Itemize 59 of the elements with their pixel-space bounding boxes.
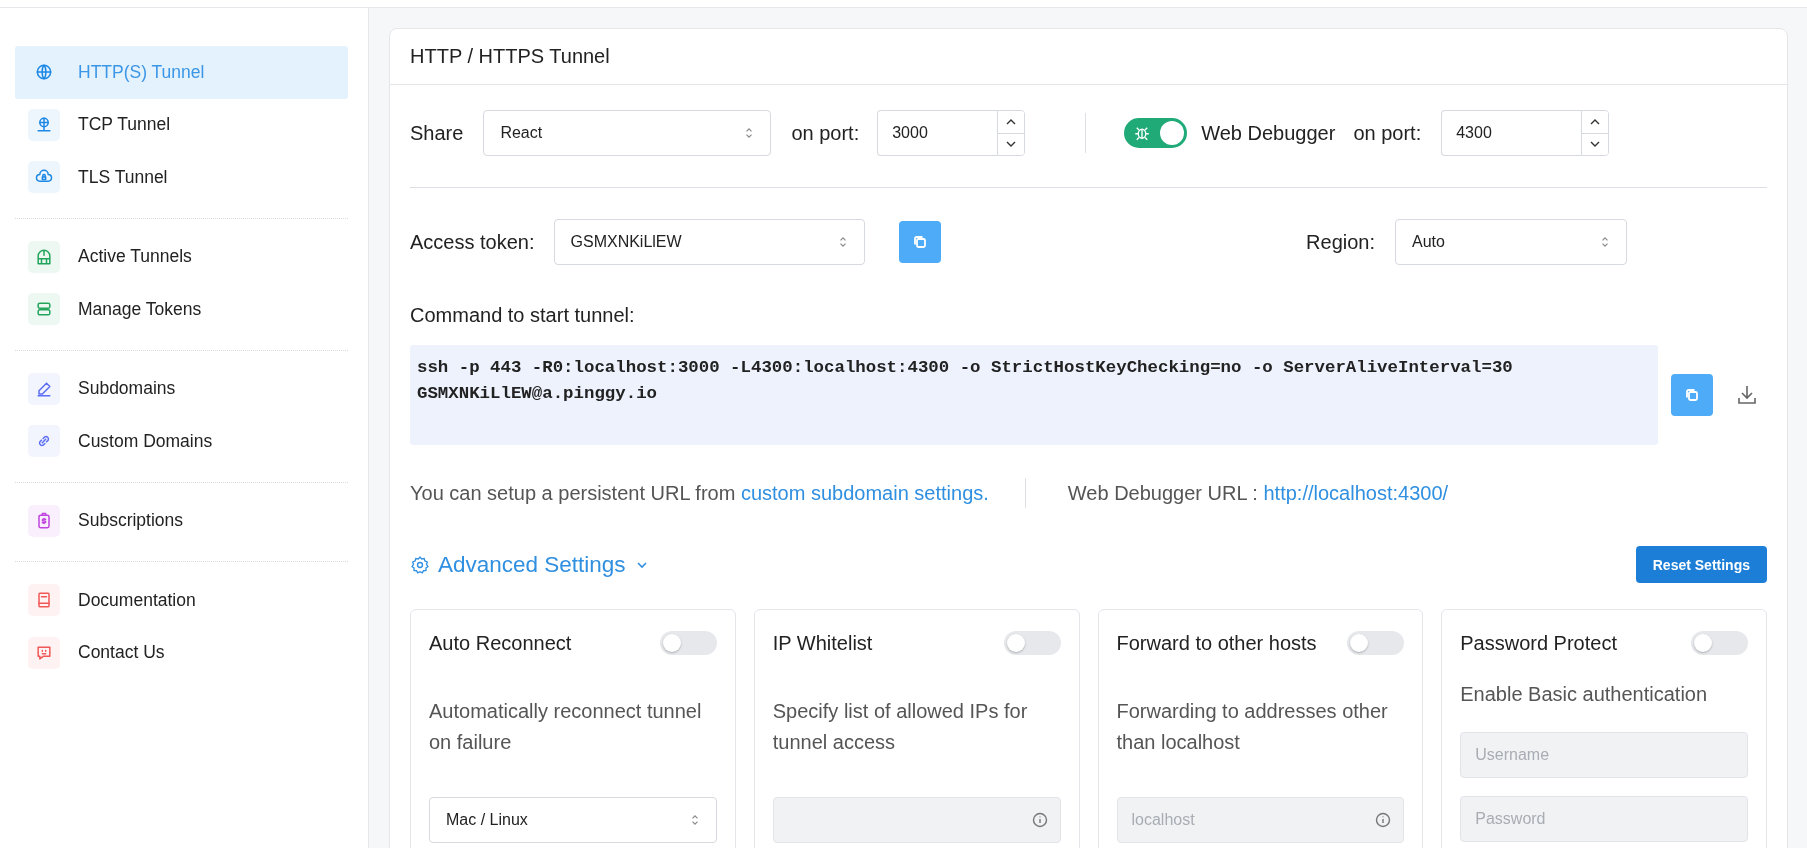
chevron-down-icon [635,560,648,569]
caret-icon [689,813,700,827]
toggle-switch[interactable] [1003,631,1061,655]
caret-icon [837,235,848,249]
debugger-url-text: Web Debugger URL : http://localhost:4300/ [1067,481,1449,505]
toggle-switch[interactable] [659,631,717,655]
toggle-switch[interactable] [1347,631,1405,655]
card-title: Password Protect [1460,631,1617,655]
command-label: Command to start tunnel: [410,304,636,327]
panel-title: HTTP / HTTPS Tunnel [390,29,1787,85]
field-label: Region: [1306,230,1375,254]
chevron-up-icon [1589,117,1602,126]
chevron-up-icon [1005,117,1018,126]
caret-icon [1600,235,1610,249]
field-label: Access token: [410,230,535,254]
card-title: Auto Reconnect [429,631,572,655]
card-description: Automatically reconnect tunnel on failure [429,699,703,755]
copy-icon [1684,387,1700,403]
reset-settings-button[interactable]: Reset Settings [1635,546,1767,583]
info-icon [1375,812,1392,828]
card-description: Forwarding to addresses other than localhost [1116,699,1389,755]
sidebar-item[interactable]: Manage Tokens [15,283,348,336]
select-field[interactable]: GSMXNKiLlEW [553,219,865,265]
card-title: Forward to other hosts [1116,631,1317,655]
sidebar-item[interactable]: Subscriptions [15,494,348,547]
select-field[interactable]: React [483,110,772,156]
decrement-button[interactable] [998,132,1025,155]
field-label: on port: [1353,121,1422,145]
command-text: ssh -p 443 -R0:localhost:3000 -L4300:localhost:4300 -o StrictHostKeyChecking=no -o ServerAliveInterval=30 GSMXNKiLlEW@a.pinggy.io [410,345,1658,445]
port-field[interactable]: 4300 [1441,110,1582,156]
sidebar-item[interactable]: TCP Tunnel [15,98,348,151]
sidebar-item[interactable]: Subdomains [15,362,348,415]
field-label: Share [410,121,464,145]
sidebar-item[interactable]: TLS Tunnel [15,151,348,204]
copy-button[interactable] [898,221,941,263]
card-title: IP Whitelist [772,631,873,655]
sidebar-item[interactable]: Active Tunnels [15,230,348,283]
sidebar-item[interactable]: Documentation [15,574,348,627]
select-field[interactable]: Auto [1395,219,1627,265]
card-description: Specify list of allowed IPs for tunnel access [772,699,1029,755]
chevron-down-icon [1589,140,1602,149]
info-icon [1031,812,1048,828]
info-text: You can setup a persistent URL from custom subdomain settings. [410,481,989,505]
field-label: on port: [791,121,860,145]
copy-icon [911,234,928,250]
card-description: Enable Basic authentication [1460,682,1709,707]
toggle-switch[interactable] [1124,118,1188,148]
field-label: Web Debugger [1201,121,1336,145]
download-icon [1735,383,1759,407]
port-field[interactable]: 3000 [877,110,998,156]
sidebar-item[interactable]: Contact Us [15,626,348,679]
gear-icon [410,554,430,575]
chevron-down-icon [1005,140,1018,149]
select-field[interactable]: Mac / Linux [429,797,717,843]
decrement-button[interactable] [1582,132,1609,155]
toggle-switch[interactable] [1691,631,1748,655]
caret-icon [744,126,755,140]
copy-button[interactable] [1671,374,1713,416]
sidebar-item[interactable]: Custom Domains [15,415,348,468]
